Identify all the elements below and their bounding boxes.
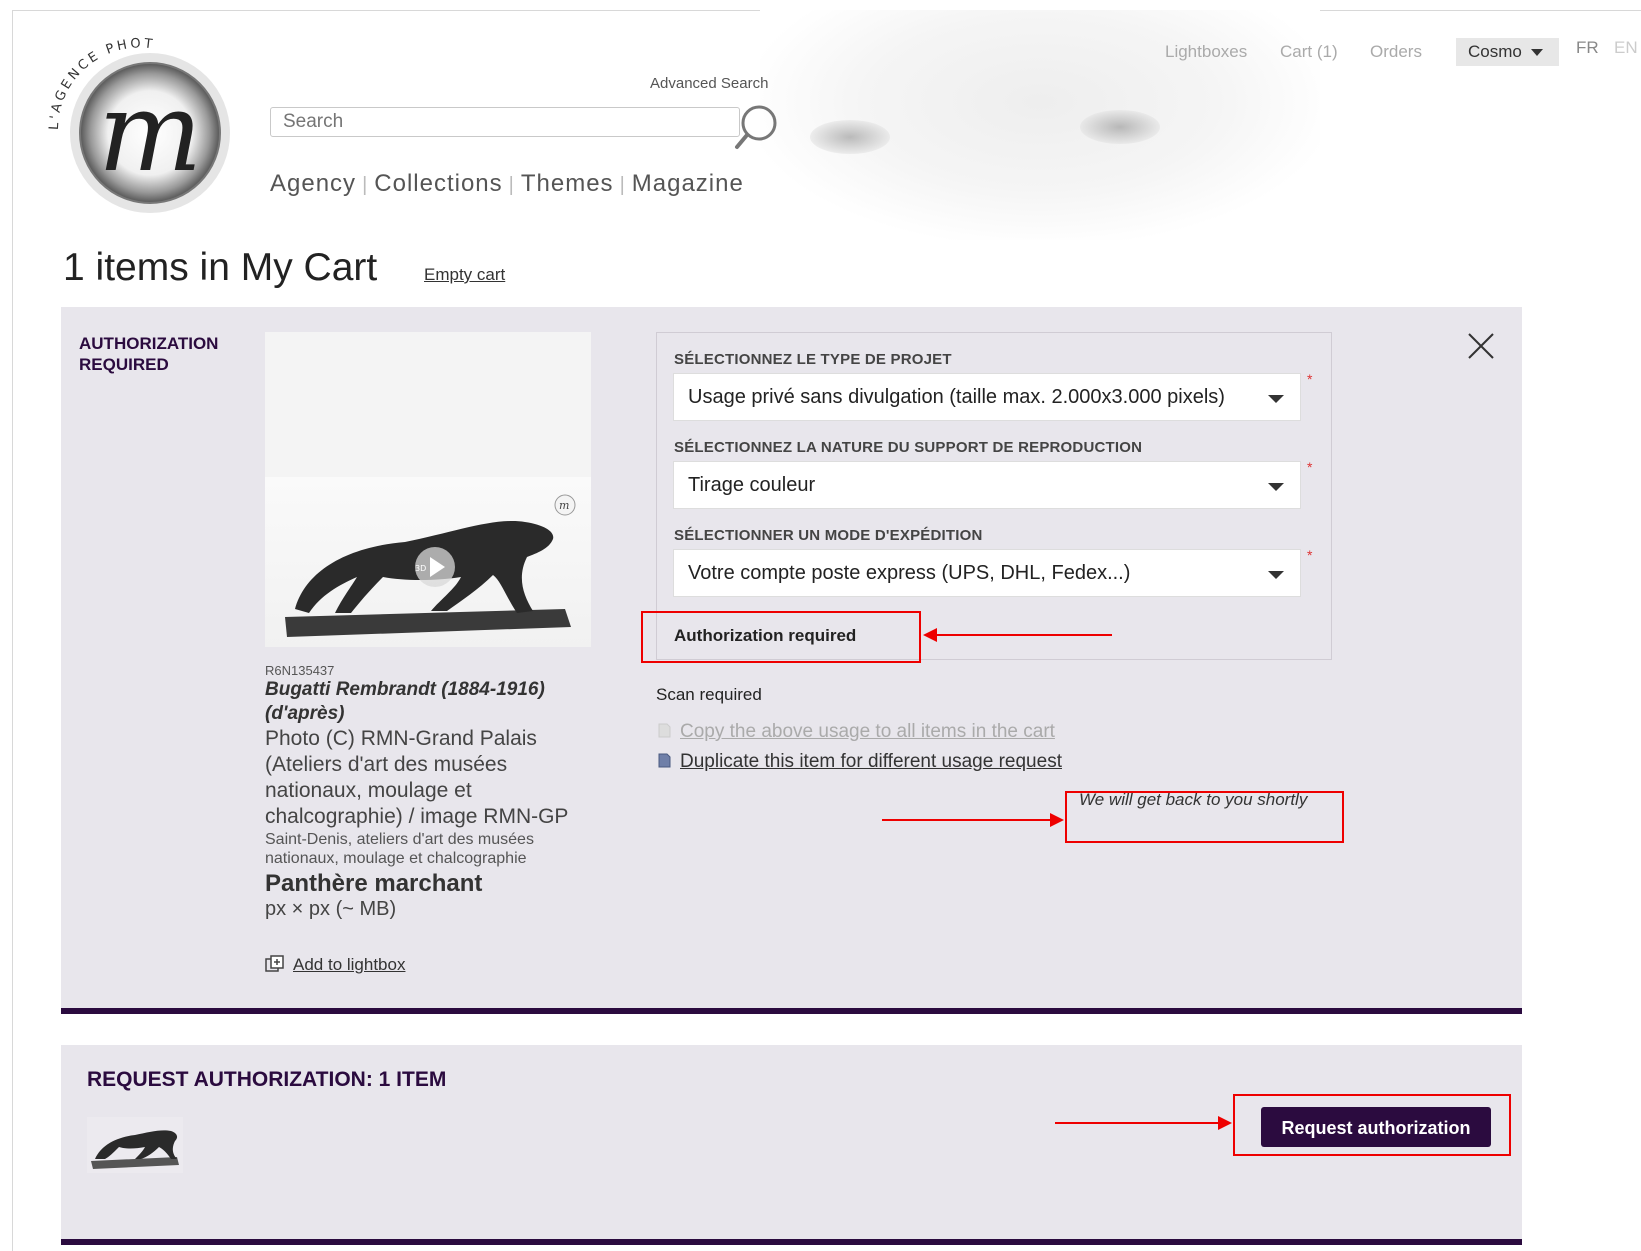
required-marker: * — [1307, 459, 1313, 475]
main-nav: Agency | Collections | Themes | Magazine — [270, 170, 744, 197]
search-input[interactable] — [270, 107, 740, 137]
lang-fr[interactable]: FR — [1576, 38, 1599, 58]
user-menu-button[interactable]: Cosmo — [1456, 38, 1559, 66]
scan-required-text: Scan required — [656, 685, 762, 704]
annotation-box-shortly — [1065, 791, 1344, 843]
chevron-down-icon — [1530, 49, 1543, 57]
duplicate-icon — [658, 753, 671, 768]
shipping-value: Votre compte poste express (UPS, DHL, Fe… — [688, 562, 1131, 584]
support-label: SÉLECTIONNEZ LA NATURE DU SUPPORT DE REP… — [674, 439, 1143, 456]
chevron-down-icon — [1268, 483, 1284, 491]
close-icon[interactable] — [1466, 331, 1496, 361]
thumbnail-placeholder — [265, 332, 591, 477]
top-link-lightboxes[interactable]: Lightboxes — [1165, 42, 1247, 62]
annotation-arrow — [935, 634, 1112, 636]
add-to-lightbox[interactable]: Add to lightbox — [265, 955, 405, 975]
add-to-lightbox-label[interactable]: Add to lightbox — [293, 955, 405, 974]
advanced-search-link[interactable]: Advanced Search — [650, 75, 768, 92]
page-title: 1 items in My Cart — [63, 246, 378, 289]
required-marker: * — [1307, 547, 1313, 563]
lightbox-icon — [265, 955, 284, 972]
agence-photo-logo[interactable]: m L'AGENCE PHOTO — [40, 25, 250, 225]
item-thumbnail[interactable]: 3D m — [265, 477, 591, 647]
project-type-select[interactable]: Usage privé sans divulgation (taille max… — [673, 373, 1301, 421]
search-bar — [270, 105, 780, 149]
nav-agency[interactable]: Agency — [270, 170, 356, 197]
panther-image: 3D m — [285, 494, 576, 637]
support-value: Tirage couleur — [688, 474, 816, 496]
lang-en[interactable]: EN — [1614, 38, 1638, 58]
copy-usage-label: Copy the above usage to all items in the… — [680, 721, 1055, 742]
nav-magazine[interactable]: Magazine — [632, 170, 744, 197]
svg-text:m: m — [98, 68, 202, 196]
item-ref: R6N135437 — [265, 663, 335, 678]
annotation-arrow — [882, 819, 1052, 821]
item-title: Panthère marchant — [265, 870, 483, 897]
chevron-down-icon — [1268, 395, 1284, 403]
empty-cart-link[interactable]: Empty cart — [424, 265, 505, 285]
item-credit: Photo (C) RMN-Grand Palais (Ateliers d'a… — [265, 727, 569, 828]
chevron-down-icon — [1268, 571, 1284, 579]
user-menu-label: Cosmo — [1468, 42, 1522, 61]
nav-collections[interactable]: Collections — [374, 170, 502, 197]
shipping-select[interactable]: Votre compte poste express (UPS, DHL, Fe… — [673, 549, 1301, 597]
item-size: px × px (~ MB) — [265, 898, 397, 920]
project-type-value: Usage privé sans divulgation (taille max… — [688, 386, 1225, 408]
support-select[interactable]: Tirage couleur — [673, 461, 1301, 509]
annotation-box-request — [1233, 1094, 1511, 1156]
copy-usage-link[interactable]: Copy the above usage to all items in the… — [656, 721, 1055, 743]
annotation-arrow-head — [1050, 813, 1064, 827]
item-metadata: R6N135437 Bugatti Rembrandt (1884-1916) … — [265, 663, 595, 921]
item-location: Saint-Denis, ateliers d'art des musées n… — [265, 831, 534, 867]
svg-text:3D: 3D — [415, 564, 426, 573]
top-link-orders[interactable]: Orders — [1370, 42, 1422, 62]
copy-icon — [658, 723, 671, 738]
shipping-label: SÉLECTIONNER UN MODE D'EXPÉDITION — [674, 527, 983, 544]
duplicate-item-label: Duplicate this item for different usage … — [680, 751, 1062, 772]
annotation-arrow-head — [1218, 1116, 1232, 1130]
authorization-status-label: AUTHORIZATION REQUIRED — [79, 334, 219, 374]
svg-text:m: m — [559, 499, 569, 512]
nav-themes[interactable]: Themes — [521, 170, 614, 197]
search-icon[interactable] — [732, 103, 782, 153]
request-item-thumbnail[interactable] — [87, 1117, 183, 1173]
duplicate-item-link[interactable]: Duplicate this item for different usage … — [656, 751, 1062, 773]
project-type-label: SÉLECTIONNEZ LE TYPE DE PROJET — [674, 351, 952, 368]
request-authorization-title: REQUEST AUTHORIZATION: 1 ITEM — [87, 1068, 447, 1091]
item-artist: Bugatti Rembrandt (1884-1916) (d'après) — [265, 679, 545, 724]
top-link-cart[interactable]: Cart (1) — [1280, 42, 1338, 62]
required-marker: * — [1307, 371, 1313, 387]
annotation-box-authorization — [641, 611, 921, 663]
annotation-arrow — [1055, 1122, 1220, 1124]
